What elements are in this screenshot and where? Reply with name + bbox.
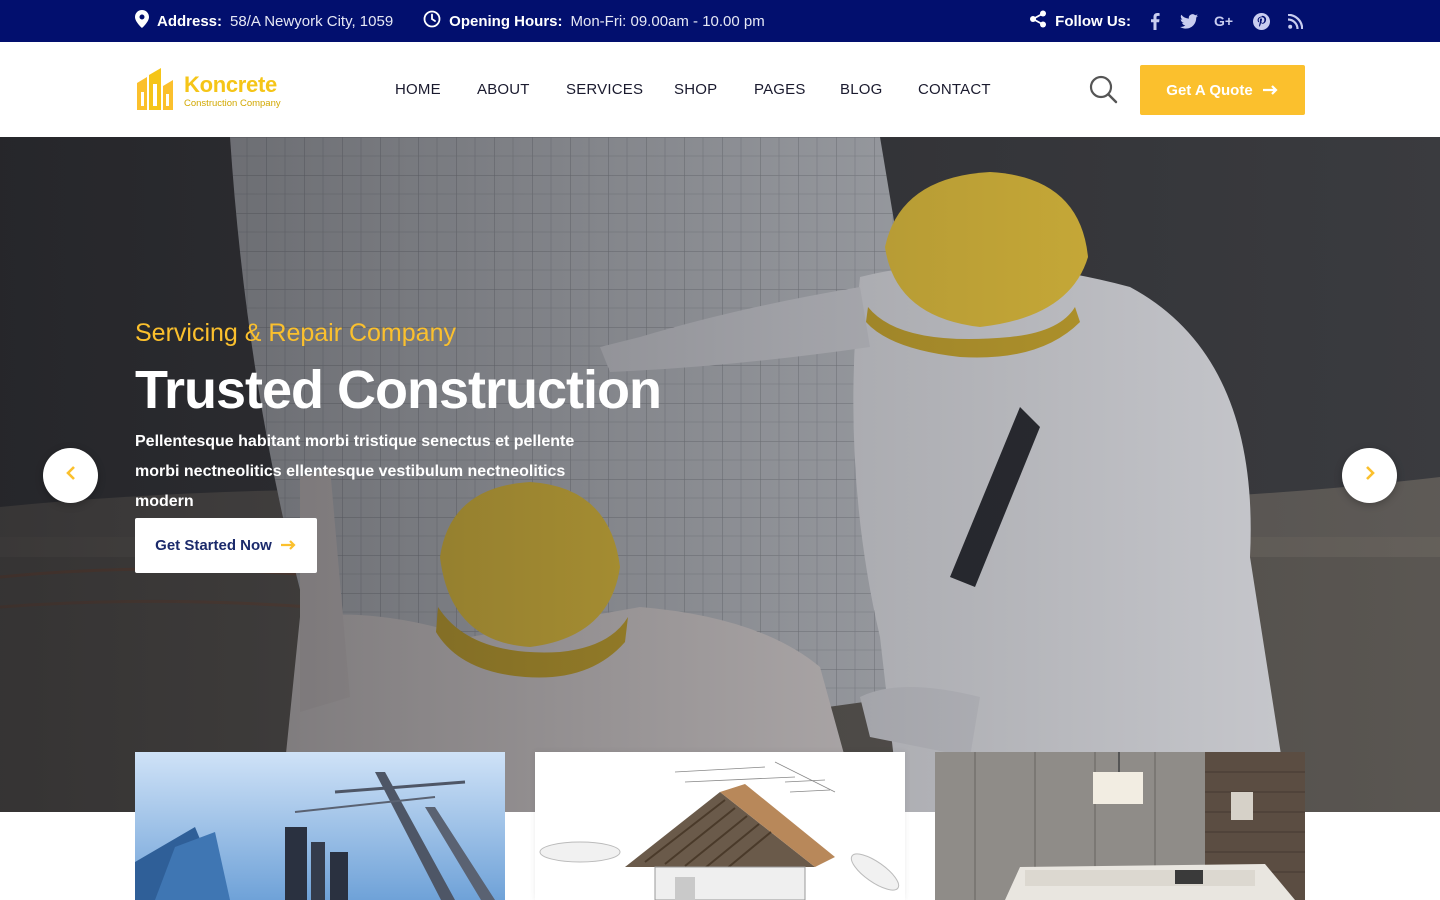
hero-subtitle: Servicing & Repair Company: [135, 319, 456, 347]
main-header: Koncrete Construction Company HOME ABOUT…: [0, 42, 1440, 137]
interior-room-image: [935, 752, 1305, 900]
arrow-right-icon: [1262, 82, 1279, 99]
clock-icon: [423, 10, 441, 32]
chevron-right-icon: [1365, 466, 1375, 485]
cranes-image: [135, 752, 505, 900]
map-pin-icon: [135, 10, 149, 32]
top-bar: Address: 58/A Newyork City, 1059 Opening…: [0, 0, 1440, 42]
chevron-left-icon: [65, 466, 76, 485]
address-label: Address:: [157, 12, 223, 30]
follow-us: Follow Us:: [1029, 10, 1131, 32]
house-blueprint-image: [535, 752, 905, 900]
building-logo-icon: [135, 66, 175, 117]
facebook-icon[interactable]: [1145, 11, 1165, 31]
opening-hours-info: Opening Hours: Mon-Fri: 09.00am - 10.00 …: [423, 10, 765, 32]
nav-contact[interactable]: CONTACT: [918, 81, 1008, 98]
get-a-quote-button[interactable]: Get A Quote: [1140, 65, 1305, 115]
hours-label: Opening Hours:: [449, 12, 563, 30]
google-plus-icon[interactable]: G+: [1213, 11, 1237, 31]
quote-button-label: Get A Quote: [1166, 81, 1253, 99]
slider-prev-button[interactable]: [43, 448, 98, 503]
twitter-icon[interactable]: [1179, 11, 1199, 31]
arrow-right-icon: [280, 537, 297, 554]
nav-services[interactable]: SERVICES: [566, 81, 674, 98]
service-card-construction[interactable]: [135, 752, 505, 900]
nav-shop[interactable]: SHOP: [674, 81, 754, 98]
hero-title: Trusted Construction: [135, 360, 662, 420]
address-value: 58/A Newyork City, 1059: [230, 12, 394, 30]
nav-about[interactable]: ABOUT: [477, 81, 566, 98]
hero-slider: Servicing & Repair Company Trusted Const…: [0, 137, 1440, 812]
get-started-button[interactable]: Get Started Now: [135, 518, 317, 573]
site-logo[interactable]: Koncrete Construction Company: [135, 66, 281, 117]
nav-pages[interactable]: PAGES: [754, 81, 840, 98]
rss-icon[interactable]: [1285, 11, 1305, 31]
search-icon[interactable]: [1088, 74, 1118, 104]
logo-tagline: Construction Company: [184, 98, 281, 109]
service-card-architecture[interactable]: [535, 752, 905, 900]
nav-blog[interactable]: BLOG: [840, 81, 918, 98]
hours-value: Mon-Fri: 09.00am - 10.00 pm: [570, 12, 765, 30]
main-nav: HOME ABOUT SERVICES SHOP PAGES BLOG CONT…: [395, 42, 1008, 137]
address-info: Address: 58/A Newyork City, 1059: [135, 10, 393, 32]
get-started-label: Get Started Now: [155, 537, 272, 554]
logo-name: Koncrete: [184, 72, 277, 97]
share-icon: [1029, 10, 1047, 32]
svg-text:G+: G+: [1214, 14, 1233, 28]
follow-label: Follow Us:: [1055, 12, 1131, 30]
nav-home[interactable]: HOME: [395, 81, 477, 98]
slider-next-button[interactable]: [1342, 448, 1397, 503]
service-card-interior[interactable]: [935, 752, 1305, 900]
hero-description: Pellentesque habitant morbi tristique se…: [135, 433, 575, 510]
pinterest-icon[interactable]: [1251, 11, 1271, 31]
